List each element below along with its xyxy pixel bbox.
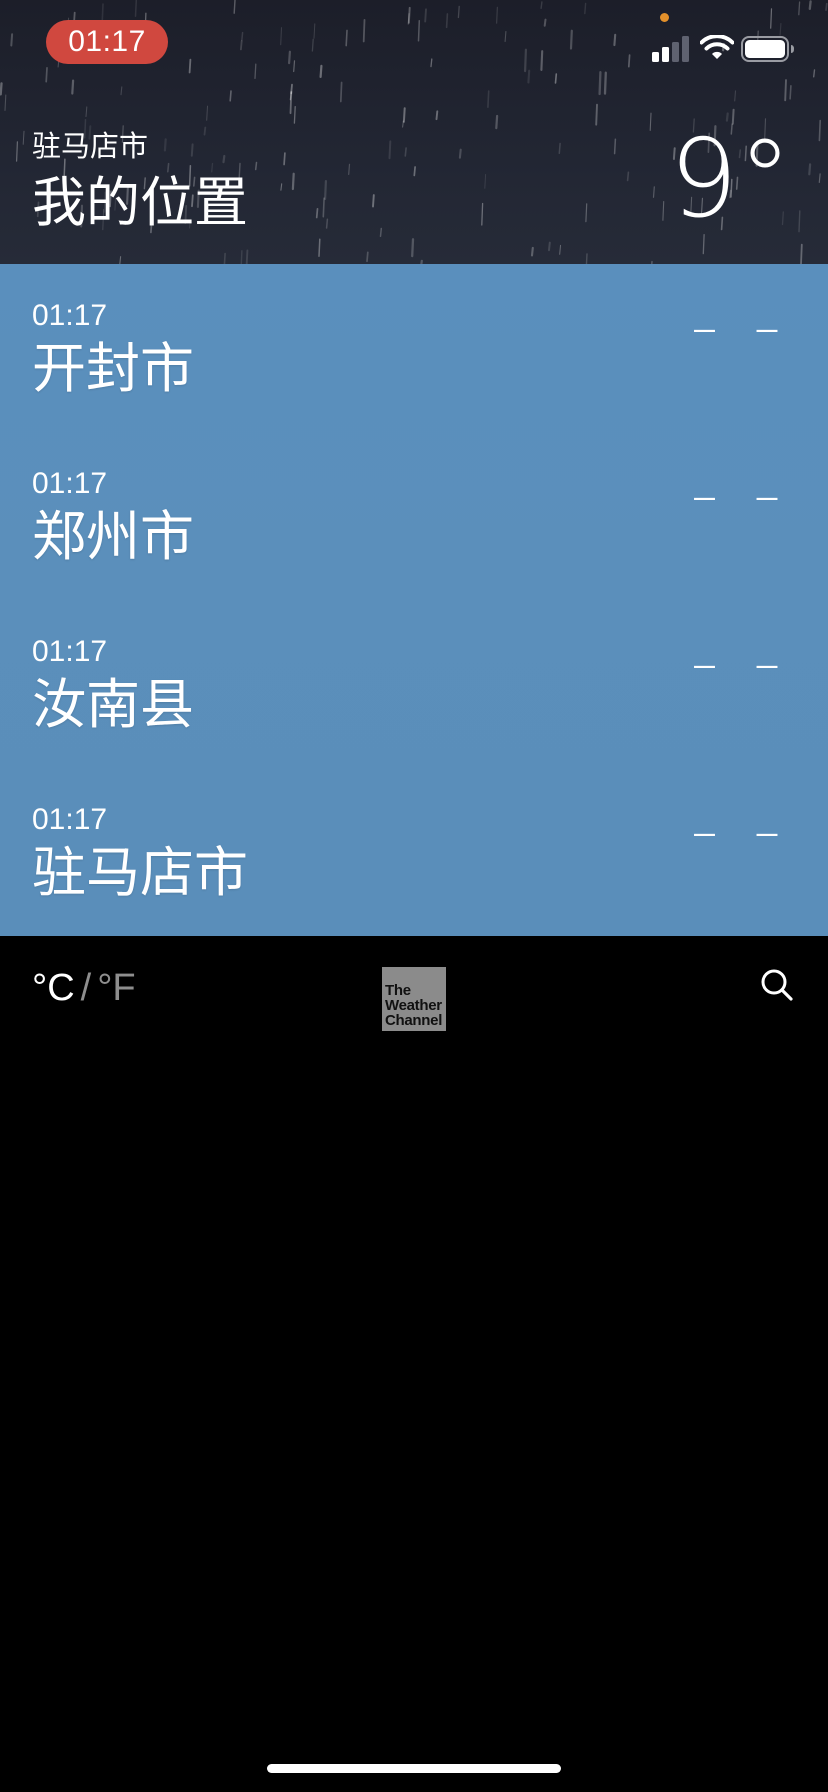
rain-streak	[222, 154, 226, 164]
rain-streak	[293, 105, 296, 124]
current-city-name: 驻马店市	[32, 129, 149, 163]
rain-streak	[559, 244, 561, 255]
logo-line-1: The	[385, 982, 411, 999]
city-local-time: 01:17	[32, 803, 108, 836]
city-temperature: – –	[691, 634, 790, 694]
home-indicator[interactable]	[267, 1764, 561, 1773]
rain-streak	[4, 94, 7, 111]
status-time[interactable]: 01:17	[46, 20, 168, 64]
city-temperature: – –	[691, 466, 790, 526]
rain-streak	[289, 90, 293, 115]
battery-icon	[741, 36, 794, 62]
city-temperature: – –	[691, 802, 790, 862]
rain-streak	[411, 238, 415, 258]
rain-streak	[322, 197, 325, 218]
rain-streak	[800, 243, 803, 264]
rain-streak	[223, 252, 226, 264]
city-row-zhengzhou[interactable]: 01:17 郑州市 – –	[0, 432, 828, 600]
rain-streak	[366, 251, 369, 263]
rain-streak	[558, 142, 561, 155]
bottom-toolbar: °C / °F The Weather Channel	[0, 936, 828, 1046]
rain-streak	[495, 114, 499, 130]
current-temperature: 9°	[669, 117, 792, 242]
signal-icon	[652, 36, 689, 62]
city-local-time: 01:17	[32, 635, 108, 668]
city-local-time: 01:17	[32, 299, 108, 332]
celsius-label: °C	[32, 967, 75, 1009]
rain-streak	[649, 112, 652, 131]
rain-streak	[325, 218, 329, 229]
rain-streak	[119, 256, 122, 264]
rain-streak	[402, 107, 406, 123]
rain-streak	[458, 148, 462, 159]
rain-streak	[818, 173, 821, 183]
rain-streak	[530, 246, 534, 257]
rain-streak	[203, 126, 207, 136]
rain-streak	[229, 90, 232, 102]
rain-streak	[388, 140, 392, 160]
city-name: 汝南县	[32, 673, 194, 736]
rain-streak	[372, 194, 375, 208]
rain-streak	[585, 253, 588, 264]
search-icon[interactable]	[760, 968, 794, 1002]
rain-streak	[315, 207, 319, 219]
logo-line-2: Weather	[385, 997, 442, 1014]
status-bar: 01:17	[0, 0, 828, 90]
city-row-zhumadian[interactable]: 01:17 驻马店市 – –	[0, 768, 828, 936]
rain-streak	[626, 171, 630, 182]
city-name: 驻马店市	[32, 841, 248, 904]
rain-streak	[291, 172, 295, 191]
rain-streak	[379, 227, 383, 238]
my-location-label: 我的位置	[32, 171, 248, 234]
rain-streak	[240, 250, 243, 264]
rain-streak	[283, 152, 286, 166]
rain-streak	[481, 202, 484, 226]
rain-streak	[818, 119, 822, 142]
privacy-indicator-dot	[660, 13, 669, 22]
rain-streak	[280, 183, 283, 191]
unit-separator: /	[80, 967, 92, 1009]
rain-streak	[548, 241, 551, 252]
current-location-card[interactable]: 01:17 驻马店市 我的位置 9°	[0, 0, 828, 264]
city-name: 郑州市	[32, 505, 194, 568]
weather-channel-logo[interactable]: The Weather Channel	[382, 967, 446, 1031]
rain-streak	[206, 105, 208, 121]
city-name: 开封市	[32, 337, 194, 400]
rain-streak	[190, 143, 194, 157]
rain-streak	[487, 90, 490, 108]
rain-streak	[585, 203, 588, 223]
rain-streak	[85, 106, 88, 117]
fahrenheit-label: °F	[97, 967, 136, 1009]
rain-streak	[662, 200, 665, 221]
city-local-time: 01:17	[32, 467, 108, 500]
rain-streak	[163, 138, 167, 152]
rain-streak	[245, 249, 249, 264]
logo-line-3: Channel	[385, 1012, 443, 1029]
rain-streak	[413, 166, 416, 177]
rain-streak	[22, 130, 25, 145]
rain-streak	[484, 174, 487, 189]
rain-streak	[318, 238, 321, 257]
rain-streak	[798, 210, 801, 233]
city-row-runan[interactable]: 01:17 汝南县 – –	[0, 600, 828, 768]
rain-streak	[595, 103, 598, 126]
unit-toggle-button[interactable]: °C / °F	[32, 966, 136, 1010]
rain-streak	[348, 163, 351, 175]
rain-streak	[734, 90, 737, 102]
rain-streak	[808, 163, 812, 176]
rain-streak	[254, 161, 258, 171]
rain-streak	[652, 186, 655, 198]
rain-streak	[435, 110, 439, 121]
rain-streak	[16, 141, 18, 162]
wifi-icon	[700, 35, 734, 59]
rain-streak	[404, 147, 407, 157]
city-temperature: – –	[691, 298, 790, 358]
city-row-kaifeng[interactable]: 01:17 开封市 – –	[0, 264, 828, 432]
city-list: 01:17 开封市 – – 01:17 郑州市 – – 01:17 汝南县 – …	[0, 264, 828, 936]
rain-streak	[324, 180, 327, 200]
rain-streak	[613, 138, 617, 155]
